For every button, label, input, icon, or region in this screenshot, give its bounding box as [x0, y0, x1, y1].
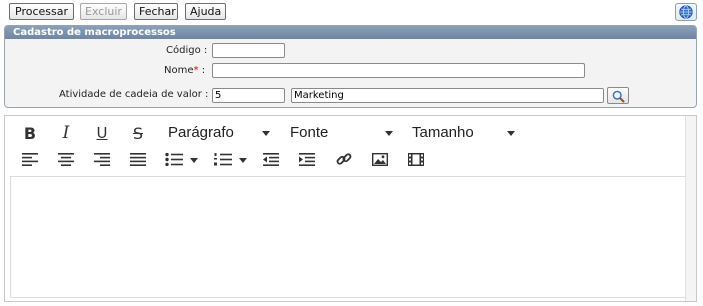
link-button[interactable]: [333, 149, 355, 169]
italic-icon: I: [62, 123, 70, 143]
bullet-list-button[interactable]: [163, 149, 201, 169]
align-right-icon: [94, 152, 110, 166]
codigo-field[interactable]: [212, 43, 285, 58]
paragraph-select-label: Parágrafo: [168, 124, 234, 141]
font-select-label: Fonte: [290, 124, 329, 141]
bullet-list-icon: [165, 152, 198, 166]
bold-icon: B: [23, 123, 37, 143]
outdent-button[interactable]: [260, 149, 282, 169]
paragraph-chevron-down-icon: [262, 131, 270, 136]
excluir-button[interactable]: Excluir: [80, 3, 127, 20]
font-select[interactable]: Fonte: [290, 123, 328, 143]
atividade-name-field[interactable]: [291, 88, 604, 103]
image-icon: [372, 152, 388, 166]
size-select[interactable]: Tamanho: [412, 123, 474, 143]
align-left-icon: [22, 152, 38, 166]
search-icon: [612, 90, 625, 103]
help-globe-button[interactable]: [675, 3, 697, 21]
font-chevron-down-icon: [385, 131, 393, 136]
align-left-button[interactable]: [19, 149, 41, 169]
align-center-icon: [58, 152, 74, 166]
panel-title: Cadastro de macroprocessos: [5, 26, 696, 39]
underline-icon: U: [96, 124, 108, 142]
fechar-button[interactable]: Fechar: [134, 3, 178, 20]
nome-field[interactable]: [212, 63, 585, 78]
ajuda-button[interactable]: Ajuda: [185, 3, 226, 20]
italic-button[interactable]: I: [55, 123, 77, 143]
film-icon: [408, 152, 424, 166]
required-marker: *: [193, 65, 199, 76]
numbered-list-icon: [214, 152, 247, 165]
align-center-button[interactable]: [55, 149, 77, 169]
rich-text-editor: B I U S Parágrafo Fonte Tamanho: [4, 115, 697, 302]
image-button[interactable]: [369, 149, 391, 169]
size-chevron-down-icon: [507, 131, 515, 136]
nome-label: Nome* :: [164, 65, 205, 76]
align-right-button[interactable]: [91, 149, 113, 169]
outdent-icon: [263, 152, 279, 166]
atividade-code-field[interactable]: [212, 88, 285, 103]
atividade-label: Atividade de cadeia de valor :: [59, 89, 209, 100]
editor-content-area[interactable]: [10, 176, 688, 298]
strikethrough-icon: S: [132, 123, 144, 143]
processar-button[interactable]: Processar: [9, 3, 74, 20]
globe-help-icon: [679, 5, 693, 19]
numbered-list-button[interactable]: [212, 149, 250, 169]
nome-label-text: Nome: [164, 65, 194, 76]
underline-button[interactable]: U: [91, 123, 113, 143]
size-select-label: Tamanho: [412, 124, 474, 141]
align-justify-icon: [130, 152, 146, 166]
align-justify-button[interactable]: [127, 149, 149, 169]
video-button[interactable]: [405, 149, 427, 169]
paragraph-select[interactable]: Parágrafo: [168, 123, 234, 143]
indent-icon: [299, 152, 315, 166]
nome-label-colon: :: [201, 65, 206, 76]
strikethrough-button[interactable]: S: [127, 123, 149, 143]
indent-button[interactable]: [296, 149, 318, 169]
atividade-lookup-button[interactable]: [607, 87, 629, 104]
macroprocess-form-panel: Cadastro de macroprocessos Código : Nome…: [4, 25, 697, 108]
link-icon: [336, 153, 352, 165]
editor-scrollbar[interactable]: [685, 116, 696, 301]
codigo-label: Código :: [166, 45, 208, 56]
bold-button[interactable]: B: [19, 123, 41, 143]
